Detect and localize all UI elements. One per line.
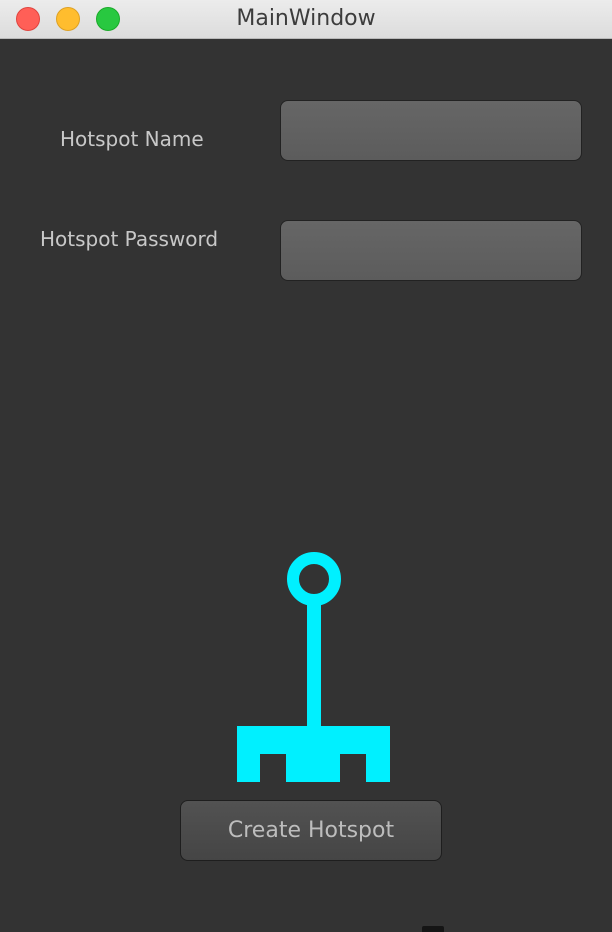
hotspot-name-input[interactable] bbox=[280, 100, 582, 161]
hotspot-antenna-icon bbox=[237, 552, 390, 782]
window-title: MainWindow bbox=[236, 6, 376, 31]
antenna-shape bbox=[237, 552, 390, 782]
hotspot-name-label: Hotspot Name bbox=[60, 127, 204, 151]
hotspot-password-input[interactable] bbox=[280, 220, 582, 281]
title-bar[interactable]: MainWindow bbox=[0, 0, 612, 39]
resize-handle bbox=[422, 926, 444, 932]
main-window: MainWindow Hotspot Name Hotspot Password… bbox=[0, 0, 612, 932]
create-hotspot-button[interactable]: Create Hotspot bbox=[180, 800, 442, 861]
hotspot-password-label: Hotspot Password bbox=[40, 227, 219, 251]
